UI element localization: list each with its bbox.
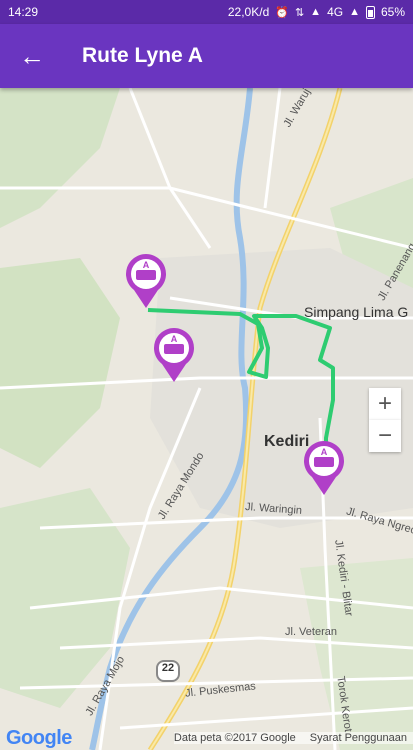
road-label: Jl. Veteran xyxy=(285,626,337,638)
app-bar: ← Rute Lyne A xyxy=(0,24,413,88)
status-bar: 14:29 22,0K/d ⏰ ⇅ ▲ 4G ▲ 65% xyxy=(0,0,413,24)
bus-stop-marker[interactable]: A xyxy=(124,254,168,310)
back-button[interactable]: ← xyxy=(0,24,64,88)
map-data-credit[interactable]: Data peta ©2017 Google xyxy=(174,732,296,744)
signal-icon: ▲ xyxy=(310,6,322,18)
bus-a-icon: A xyxy=(154,328,194,382)
route-shield: 22 xyxy=(156,660,180,682)
google-logo: Google xyxy=(6,726,72,749)
network-speed: 22,0K/d xyxy=(227,5,270,19)
map-footer: Google Data peta ©2017 Google Syarat Pen… xyxy=(0,726,413,750)
bus-stop-marker[interactable]: A xyxy=(152,328,196,384)
map-view[interactable]: Jl. Waruj Jl. Panenang Simpang Lima G Ke… xyxy=(0,88,413,750)
arrow-back-icon: ← xyxy=(19,40,45,71)
bus-a-icon: A xyxy=(304,441,344,495)
status-time: 14:29 xyxy=(8,5,39,19)
network-type: 4G xyxy=(327,5,344,19)
terms-link[interactable]: Syarat Penggunaan xyxy=(310,732,407,744)
page-title: Rute Lyne A xyxy=(82,44,203,67)
bus-stop-marker[interactable]: A xyxy=(302,441,346,497)
bus-a-icon: A xyxy=(126,254,166,308)
svg-text:A: A xyxy=(143,260,150,270)
battery-level: 65% xyxy=(380,5,405,19)
svg-text:A: A xyxy=(171,334,178,344)
alarm-icon: ⏰ xyxy=(275,6,289,19)
data-transfer-icon: ⇅ xyxy=(294,6,305,19)
signal-icon: ▲ xyxy=(349,6,360,18)
battery-icon xyxy=(365,5,375,19)
zoom-in-button[interactable]: + xyxy=(369,388,401,420)
map-canvas xyxy=(0,88,413,750)
svg-text:A: A xyxy=(321,447,328,457)
zoom-out-button[interactable]: − xyxy=(369,420,401,452)
place-label: Simpang Lima G xyxy=(304,304,409,320)
